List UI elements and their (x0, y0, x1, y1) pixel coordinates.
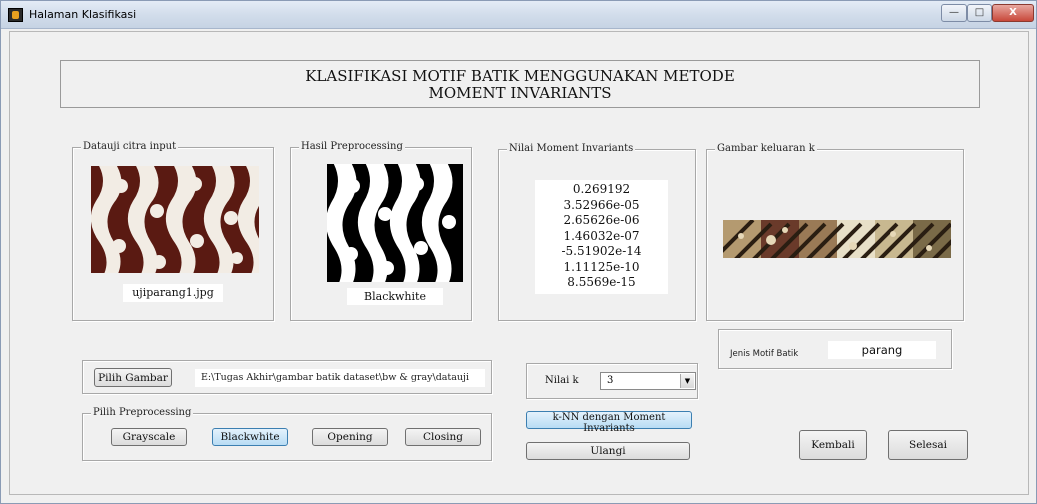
choose-image-button[interactable]: Pilih Gambar (94, 368, 172, 387)
file-path-field[interactable]: E:\Tugas Akhir\gambar batik dataset\bw &… (195, 369, 485, 387)
blackwhite-button[interactable]: Blackwhite (212, 428, 288, 446)
moment-value: 1.11125e-10 (563, 259, 640, 274)
opening-button[interactable]: Opening (312, 428, 388, 446)
window-title: Halaman Klasifikasi (29, 8, 137, 21)
moment-value: 1.46032e-07 (563, 228, 640, 243)
close-button[interactable]: X (992, 4, 1034, 22)
output-panel-legend: Gambar keluaran k (715, 143, 817, 154)
output-batik-strip (723, 220, 951, 258)
moment-value: 0.269192 (572, 182, 631, 196)
k-value-selected: 3 (607, 375, 614, 386)
maximize-button[interactable]: □ (967, 4, 992, 22)
input-image-panel: Datauji citra input ujiparang1.jpg (72, 141, 274, 321)
preprocess-caption: Blackwhite (347, 288, 443, 305)
grayscale-button[interactable]: Grayscale (111, 428, 187, 446)
input-filename: ujiparang1.jpg (123, 284, 223, 302)
page-title: KLASIFIKASI MOTIF BATIK MENGGUNAKAN METO… (60, 60, 980, 108)
title-line-1: KLASIFIKASI MOTIF BATIK MENGGUNAKAN METO… (305, 67, 735, 85)
k-value-select[interactable]: 3 ▼ (600, 372, 696, 390)
back-button[interactable]: Kembali (799, 430, 867, 460)
title-bar[interactable]: Halaman Klasifikasi — □ X (1, 1, 1036, 29)
moment-invariants-panel: Nilai Moment Invariants 0.269192 3.52966… (498, 143, 696, 321)
knn-classify-button[interactable]: k-NN dengan Moment Invariants (526, 411, 692, 434)
moment-value: 8.5569e-15 (567, 275, 636, 289)
dropdown-arrow-icon[interactable]: ▼ (680, 374, 694, 388)
moment-value: 3.52966e-05 (563, 197, 640, 212)
moment-values-list: 0.269192 3.52966e-05 2.65626e-06 1.46032… (535, 180, 668, 294)
matlab-icon (8, 8, 23, 22)
preprocessing-panel: Hasil Preprocessing Blackwhite (290, 141, 472, 321)
reset-button[interactable]: Ulangi (526, 442, 690, 460)
finish-button[interactable]: Selesai (888, 430, 968, 460)
preprocess-panel-legend: Hasil Preprocessing (299, 141, 405, 152)
minimize-button[interactable]: — (941, 4, 967, 22)
moment-panel-legend: Nilai Moment Invariants (507, 143, 636, 154)
output-images-panel: Gambar keluaran k (706, 143, 964, 321)
input-panel-legend: Datauji citra input (81, 141, 179, 152)
k-value-label: Nilai k (545, 375, 579, 386)
closing-button[interactable]: Closing (405, 428, 481, 446)
preprocessing-options-legend: Pilih Preprocessing (91, 407, 194, 418)
figure-canvas: KLASIFIKASI MOTIF BATIK MENGGUNAKAN METO… (9, 31, 1029, 495)
application-window: Halaman Klasifikasi — □ X KLASIFIKASI MO… (0, 0, 1037, 504)
title-line-2: MOMENT INVARIANTS (428, 84, 612, 102)
moment-value: 2.65626e-06 (563, 213, 640, 227)
motif-type-label: Jenis Motif Batik (730, 349, 799, 359)
preprocessed-image (327, 164, 463, 282)
input-batik-image (91, 166, 259, 273)
motif-type-value: parang (828, 341, 936, 359)
moment-value: -5.51902e-14 (561, 244, 642, 258)
